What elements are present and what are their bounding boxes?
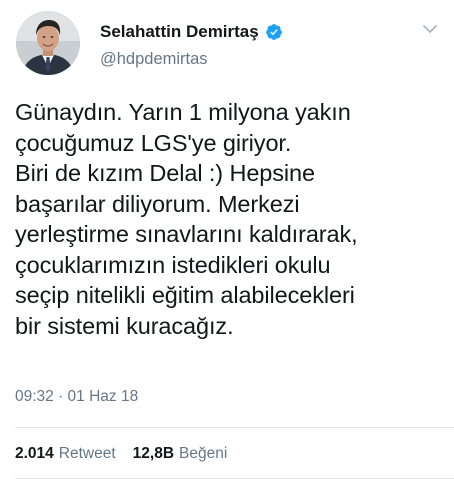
divider	[15, 478, 454, 479]
likes-stat[interactable]: 12,8B Beğeni	[133, 445, 228, 463]
tweet-line: seçip nitelikli eğitim alabilecekleri	[15, 282, 355, 308]
avatar[interactable]	[16, 11, 80, 75]
tweet-line: Günaydın. Yarın 1 milyona yakın	[15, 99, 351, 125]
retweets-stat[interactable]: 2.014 Retweet	[15, 445, 116, 463]
retweets-label: Retweet	[58, 445, 116, 462]
likes-label: Beğeni	[179, 445, 228, 462]
tweet-line: başarılar diliyorum. Merkezi	[15, 190, 300, 217]
tweet-line: yerleştirme sınavlarını kaldırarak,	[15, 221, 358, 247]
chevron-down-icon	[423, 25, 437, 33]
tweet-text: Günaydın. Yarın 1 milyona yakın çocuğumu…	[15, 97, 440, 341]
profile-photo	[16, 11, 80, 75]
tweet-timestamp[interactable]: 09:32 · 01 Haz 18	[15, 388, 138, 406]
tweet-menu-button[interactable]	[421, 22, 439, 36]
tweet-stats: 2.014 Retweet 12,8B Beğeni	[15, 445, 244, 463]
divider	[15, 427, 454, 428]
tweet-card: Selahattin Demirtaş @hdpdemirtas Günaydı…	[0, 0, 454, 489]
author-handle[interactable]: @hdpdemirtas	[100, 50, 208, 69]
display-name[interactable]: Selahattin Demirtaş	[100, 22, 259, 42]
tweet-line: çocuklarımızın istedikleri okulu	[15, 251, 331, 278]
verified-badge-icon	[265, 24, 282, 40]
author-name-row[interactable]: Selahattin Demirtaş	[100, 22, 283, 42]
tweet-line: Biri de kızım Delal :) Hepsine	[15, 160, 315, 186]
tweet-line: çocuğumuz LGS'ye giriyor.	[15, 129, 292, 156]
tweet-line: bir sistemi kuracağız.	[15, 312, 234, 339]
likes-count: 12,8B	[132, 445, 175, 462]
retweets-count: 2.014	[15, 445, 54, 462]
